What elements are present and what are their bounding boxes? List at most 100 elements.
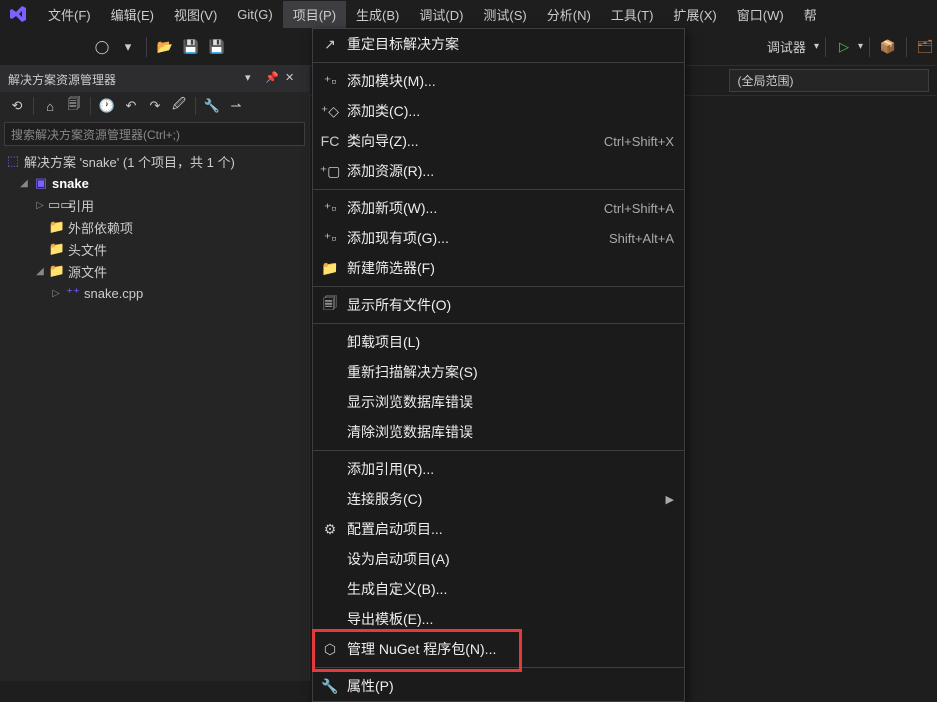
chevron-down-icon[interactable]: ▾ bbox=[814, 41, 819, 52]
menu-item[interactable]: ⁺▢添加资源(R)... bbox=[313, 156, 684, 186]
scope-dropdown[interactable]: (全局范围) bbox=[729, 69, 929, 92]
menu-item[interactable]: 🔧属性(P) bbox=[313, 671, 684, 701]
folder-icon: 📁 bbox=[48, 263, 66, 279]
tree-label: 外部依赖项 bbox=[68, 218, 133, 237]
menu-build[interactable]: 生成(B) bbox=[346, 1, 409, 28]
menu-item[interactable]: ⁺◇添加类(C)... bbox=[313, 96, 684, 126]
menu-item[interactable]: ⁺▫添加现有项(G)...Shift+Alt+A bbox=[313, 223, 684, 253]
menu-item[interactable]: 生成自定义(B)... bbox=[313, 574, 684, 604]
tree-references[interactable]: ▷ ▭▭ 引用 bbox=[0, 194, 309, 216]
folder-icon: 📁 bbox=[48, 219, 66, 235]
tree-file-snake-cpp[interactable]: ▷ ⁺⁺ snake.cpp bbox=[0, 282, 309, 304]
menu-item[interactable]: FC类向导(Z)...Ctrl+Shift+X bbox=[313, 126, 684, 156]
expand-icon[interactable]: ▷ bbox=[48, 288, 64, 299]
tree-label: snake.cpp bbox=[84, 286, 143, 301]
menu-item-shortcut: Ctrl+Shift+X bbox=[604, 134, 674, 149]
search-input[interactable]: 搜索解决方案资源管理器(Ctrl+;) bbox=[4, 122, 305, 146]
tree-external-deps[interactable]: 📁 外部依赖项 bbox=[0, 216, 309, 238]
menu-item[interactable]: ⬡管理 NuGet 程序包(N)... bbox=[313, 634, 684, 664]
menu-item-label: 添加新项(W)... bbox=[347, 198, 604, 218]
collapse-icon[interactable]: ◢ bbox=[16, 178, 32, 189]
menu-item[interactable]: 导出模板(E)... bbox=[313, 604, 684, 634]
menu-item-label: 生成自定义(B)... bbox=[347, 579, 674, 599]
play-icon[interactable]: ▷ bbox=[832, 35, 856, 59]
redo-icon[interactable]: ↷ bbox=[144, 95, 166, 117]
pin-icon[interactable]: 📌 bbox=[265, 71, 281, 87]
menu-item-label: 类向导(Z)... bbox=[347, 131, 604, 151]
menu-item-label: 添加资源(R)... bbox=[347, 161, 674, 181]
solution-icon: ⬚ bbox=[4, 153, 22, 169]
menu-git[interactable]: Git(G) bbox=[227, 3, 282, 26]
menu-item-label: 导出模板(E)... bbox=[347, 609, 674, 629]
menu-item[interactable]: ⁺▫添加模块(M)... bbox=[313, 66, 684, 96]
expand-icon[interactable]: ▷ bbox=[32, 200, 48, 211]
menu-test[interactable]: 测试(S) bbox=[473, 1, 536, 28]
wrench-icon[interactable]: 🔧 bbox=[201, 95, 223, 117]
debugger-label[interactable]: 调试器 bbox=[761, 37, 812, 56]
tree-solution[interactable]: ⬚ 解决方案 'snake' (1 个项目，共 1 个) bbox=[0, 150, 309, 172]
menu-debug[interactable]: 调试(D) bbox=[409, 1, 473, 28]
back-icon[interactable]: ⟲ bbox=[6, 95, 28, 117]
chevron-down-icon[interactable]: ▾ bbox=[858, 41, 863, 52]
sync-icon[interactable]: 🗐 bbox=[63, 95, 85, 117]
menu-item[interactable]: 重新扫描解决方案(S) bbox=[313, 357, 684, 387]
package-icon[interactable]: 📦 bbox=[876, 35, 900, 59]
menu-item-label: 添加模块(M)... bbox=[347, 71, 674, 91]
menu-item-icon: 📁 bbox=[313, 260, 347, 277]
menu-item-label: 管理 NuGet 程序包(N)... bbox=[347, 639, 674, 659]
menu-item-icon: ⬡ bbox=[313, 641, 347, 658]
menu-item[interactable]: ↗重定目标解决方案 bbox=[313, 29, 684, 59]
tree-project[interactable]: ◢ ▣ snake bbox=[0, 172, 309, 194]
new-icon[interactable]: 📂 bbox=[153, 35, 177, 59]
menu-view[interactable]: 视图(V) bbox=[164, 1, 227, 28]
menu-item-shortcut: Ctrl+Shift+A bbox=[604, 201, 674, 216]
config-icon[interactable]: 🗂 bbox=[913, 35, 937, 59]
menu-item-icon: FC bbox=[313, 133, 347, 149]
menu-file[interactable]: 文件(F) bbox=[38, 1, 101, 28]
menu-item[interactable]: 📁新建筛选器(F) bbox=[313, 253, 684, 283]
solution-explorer-panel: 解决方案资源管理器 ▾ 📌 ✕ ⟲ ⌂ 🗐 🕐 ↶ ↷ 🖉 🔧 ⇀ 搜索解决方案… bbox=[0, 66, 310, 681]
menu-item[interactable]: 显示浏览数据库错误 bbox=[313, 387, 684, 417]
menu-item[interactable]: 添加引用(R)... bbox=[313, 454, 684, 484]
undo-icon[interactable]: ↶ bbox=[120, 95, 142, 117]
menu-item-label: 添加引用(R)... bbox=[347, 459, 674, 479]
menu-tools[interactable]: 工具(T) bbox=[601, 1, 664, 28]
menu-item-shortcut: Shift+Alt+A bbox=[609, 231, 674, 246]
dropdown-icon[interactable]: ▾ bbox=[245, 71, 261, 87]
project-icon: ▣ bbox=[32, 175, 50, 191]
menu-window[interactable]: 窗口(W) bbox=[727, 1, 794, 28]
tree-headers[interactable]: 📁 头文件 bbox=[0, 238, 309, 260]
filter-icon[interactable]: 🖉 bbox=[168, 95, 190, 117]
back-icon[interactable]: ◯ bbox=[90, 35, 114, 59]
more-icon[interactable]: ⇀ bbox=[225, 95, 247, 117]
menu-project[interactable]: 项目(P) bbox=[283, 1, 346, 28]
menu-item[interactable]: ⚙配置启动项目... bbox=[313, 514, 684, 544]
save-icon[interactable]: 💾 bbox=[179, 35, 203, 59]
home-icon[interactable]: ⌂ bbox=[39, 95, 61, 117]
menu-item-icon: 🗐 bbox=[313, 293, 347, 317]
menu-item[interactable]: 清除浏览数据库错误 bbox=[313, 417, 684, 447]
menu-extensions[interactable]: 扩展(X) bbox=[663, 1, 726, 28]
project-context-menu: ↗重定目标解决方案⁺▫添加模块(M)...⁺◇添加类(C)...FC类向导(Z)… bbox=[312, 28, 685, 702]
tree-sources[interactable]: ◢ 📁 源文件 bbox=[0, 260, 309, 282]
menu-analyze[interactable]: 分析(N) bbox=[537, 1, 601, 28]
menu-item[interactable]: 卸载项目(L) bbox=[313, 327, 684, 357]
menu-item-label: 重新扫描解决方案(S) bbox=[347, 362, 674, 382]
saveall-icon[interactable]: 💾 bbox=[205, 35, 229, 59]
menu-item-icon: 🔧 bbox=[313, 678, 347, 695]
menu-help[interactable]: 帮 bbox=[794, 1, 827, 28]
menu-edit[interactable]: 编辑(E) bbox=[101, 1, 164, 28]
collapse-icon[interactable]: ◢ bbox=[32, 266, 48, 277]
vs-logo-icon bbox=[6, 2, 30, 26]
submenu-arrow-icon: ▶ bbox=[666, 493, 674, 506]
forward-icon[interactable]: ▾ bbox=[116, 35, 140, 59]
menu-item[interactable]: ⁺▫添加新项(W)...Ctrl+Shift+A bbox=[313, 193, 684, 223]
close-icon[interactable]: ✕ bbox=[285, 71, 301, 87]
menu-item[interactable]: 设为启动项目(A) bbox=[313, 544, 684, 574]
refresh-icon[interactable]: 🕐 bbox=[96, 95, 118, 117]
tree-label: 解决方案 'snake' (1 个项目，共 1 个) bbox=[24, 152, 235, 171]
menu-item[interactable]: 连接服务(C)▶ bbox=[313, 484, 684, 514]
sidebar-toolbar: ⟲ ⌂ 🗐 🕐 ↶ ↷ 🖉 🔧 ⇀ bbox=[0, 92, 309, 120]
menu-item-label: 新建筛选器(F) bbox=[347, 258, 674, 278]
menu-item[interactable]: 🗐显示所有文件(O) bbox=[313, 290, 684, 320]
